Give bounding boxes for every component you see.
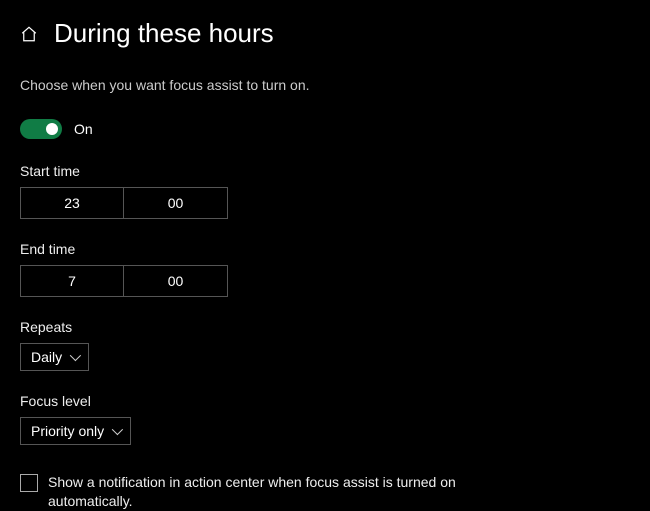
repeats-label: Repeats [20,319,630,335]
focus-level-dropdown[interactable]: Priority only [20,417,131,445]
repeats-group: Repeats Daily [20,319,630,371]
focus-level-label: Focus level [20,393,630,409]
focus-assist-toggle-row: On [20,119,630,139]
end-minute-field[interactable]: 00 [124,265,228,297]
page-title: During these hours [54,18,274,49]
end-time-label: End time [20,241,630,257]
focus-assist-toggle[interactable] [20,119,62,139]
start-minute-field[interactable]: 00 [124,187,228,219]
focus-assist-toggle-label: On [74,121,93,137]
page-subtitle: Choose when you want focus assist to tur… [20,77,630,93]
chevron-down-icon [112,424,123,435]
focus-level-value: Priority only [31,423,104,439]
notification-checkbox-label: Show a notification in action center whe… [48,473,488,511]
start-hour-field[interactable]: 23 [20,187,124,219]
notification-checkbox-row: Show a notification in action center whe… [20,473,630,511]
home-icon[interactable] [20,25,38,43]
page-header: During these hours [20,18,630,49]
end-hour-field[interactable]: 7 [20,265,124,297]
repeats-value: Daily [31,349,62,365]
chevron-down-icon [70,350,81,361]
start-time-label: Start time [20,163,630,179]
start-time-group: Start time 23 00 [20,163,630,219]
focus-level-group: Focus level Priority only [20,393,630,445]
notification-checkbox[interactable] [20,474,38,492]
end-time-picker: 7 00 [20,265,630,297]
start-time-picker: 23 00 [20,187,630,219]
end-time-group: End time 7 00 [20,241,630,297]
repeats-dropdown[interactable]: Daily [20,343,89,371]
